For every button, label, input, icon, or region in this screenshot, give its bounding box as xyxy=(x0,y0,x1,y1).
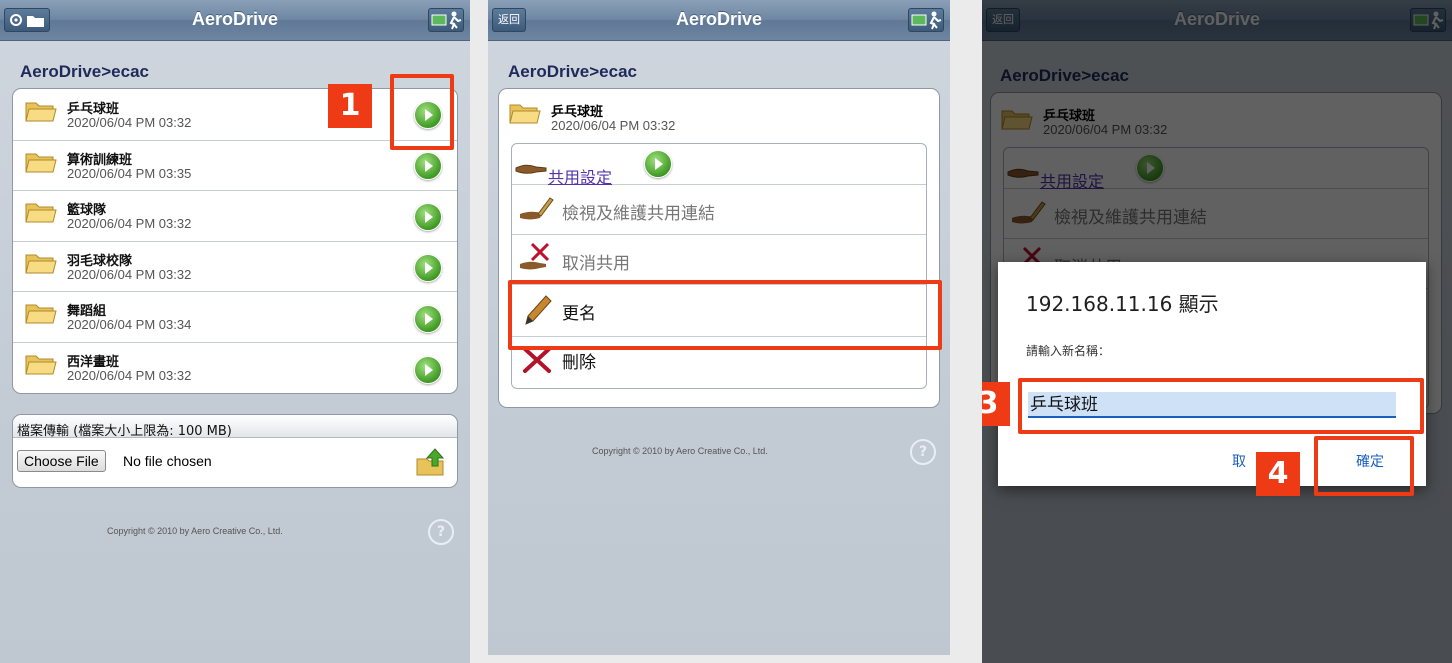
folder-date: 2020/06/04 PM 03:32 xyxy=(67,216,192,231)
folder-icon xyxy=(25,254,57,274)
folder-icon xyxy=(25,153,57,173)
cancel-share-icon xyxy=(520,242,550,270)
go-arrow-icon[interactable] xyxy=(414,254,442,282)
folder-date: 2020/06/04 PM 03:34 xyxy=(67,317,192,332)
copyright-text: Copyright © 2010 by Aero Creative Co., L… xyxy=(592,446,768,456)
top-bar: 返回 AeroDrive xyxy=(488,0,950,41)
folder-icon xyxy=(25,304,57,324)
breadcrumb: AeroDrive>ecac xyxy=(20,62,150,81)
logout-button[interactable] xyxy=(428,8,464,32)
upload-panel: 檔案傳輸 (檔案大小上限為: 100 MB) Choose File No fi… xyxy=(12,414,458,488)
app-title: AeroDrive xyxy=(675,9,763,29)
copyright-text: Copyright © 2010 by Aero Creative Co., L… xyxy=(107,526,283,536)
highlight-box-4 xyxy=(1314,436,1414,496)
no-file-label: No file chosen xyxy=(123,453,212,469)
screen-rename-dialog: 返回 AeroDrive AeroDrive>ecac 乒乓球班 2020/06… xyxy=(982,0,1452,663)
go-arrow-icon[interactable] xyxy=(414,152,442,180)
top-bar: AeroDrive xyxy=(0,0,470,41)
highlight-box-3 xyxy=(1018,378,1424,434)
go-arrow-icon[interactable] xyxy=(414,305,442,333)
choose-file-button[interactable]: Choose File xyxy=(17,450,106,472)
app-title: AeroDrive xyxy=(191,9,279,29)
breadcrumb: AeroDrive>ecac xyxy=(508,62,638,81)
folder-detail-panel: 乒乓球班 2020/06/04 PM 03:32 共用設定 檢視及維護共用連結 … xyxy=(498,88,940,408)
pen-hand-icon xyxy=(520,197,554,220)
screen-folder-menu: 返回 AeroDrive AeroDrive>ecac 乒乓球班 2020/06… xyxy=(488,0,950,655)
share-hand-icon xyxy=(515,164,547,174)
help-icon[interactable]: ? xyxy=(428,519,454,545)
menu-share-settings[interactable]: 共用設定 xyxy=(512,144,926,187)
logout-button[interactable] xyxy=(908,8,944,32)
dialog-title: 192.168.11.16 顯示 xyxy=(1026,292,1219,316)
go-arrow-icon[interactable] xyxy=(414,203,442,231)
cancel-share-label: 取消共用 xyxy=(562,254,630,274)
folder-row[interactable]: 舞蹈組 2020/06/04 PM 03:34 xyxy=(13,291,457,343)
folder-icon xyxy=(25,102,57,122)
go-arrow-icon[interactable] xyxy=(644,150,672,178)
step-badge-4: 4 xyxy=(1256,452,1300,496)
delete-label: 刪除 xyxy=(562,353,596,373)
help-icon[interactable]: ? xyxy=(910,439,936,465)
folder-icon xyxy=(509,104,541,124)
folder-icon xyxy=(25,355,57,375)
folder-date: 2020/06/04 PM 03:32 xyxy=(67,115,192,130)
screen-file-list: AeroDrive AeroDrive>ecac 乒乓球班 2020/06/04… xyxy=(0,0,470,663)
folder-date: 2020/06/04 PM 03:32 xyxy=(67,368,192,383)
upload-icon[interactable] xyxy=(415,447,445,477)
menu-view-links[interactable]: 檢視及維護共用連結 xyxy=(512,184,926,235)
folder-row[interactable]: 籃球隊 2020/06/04 PM 03:32 xyxy=(13,190,457,242)
action-menu: 共用設定 檢視及維護共用連結 取消共用 更名 刪除 xyxy=(511,143,927,389)
view-links-label: 檢視及維護共用連結 xyxy=(562,204,715,224)
folder-date: 2020/06/04 PM 03:35 xyxy=(67,166,192,181)
dialog-prompt: 請輸入新名稱： xyxy=(1026,344,1111,358)
upload-limit-label: 檔案傳輸 (檔案大小上限為: 100 MB) xyxy=(17,424,232,439)
highlight-box-2 xyxy=(508,280,942,350)
logout-icon xyxy=(431,11,462,30)
cancel-button[interactable]: 取 xyxy=(1232,451,1246,471)
folder-row[interactable]: 西洋畫班 2020/06/04 PM 03:32 xyxy=(13,342,457,392)
folder-date: 2020/06/04 PM 03:32 xyxy=(551,118,676,133)
highlight-box-1 xyxy=(390,74,454,150)
go-arrow-icon[interactable] xyxy=(414,356,442,384)
logout-icon xyxy=(911,11,942,30)
step-badge-3: 3 xyxy=(982,382,1010,426)
step-badge-1: 1 xyxy=(328,84,372,128)
folder-row[interactable]: 羽毛球校隊 2020/06/04 PM 03:32 xyxy=(13,241,457,292)
folder-date: 2020/06/04 PM 03:32 xyxy=(67,267,192,282)
delete-x-icon xyxy=(523,347,551,373)
folder-icon xyxy=(25,203,57,223)
menu-cancel-share[interactable]: 取消共用 xyxy=(512,234,926,285)
